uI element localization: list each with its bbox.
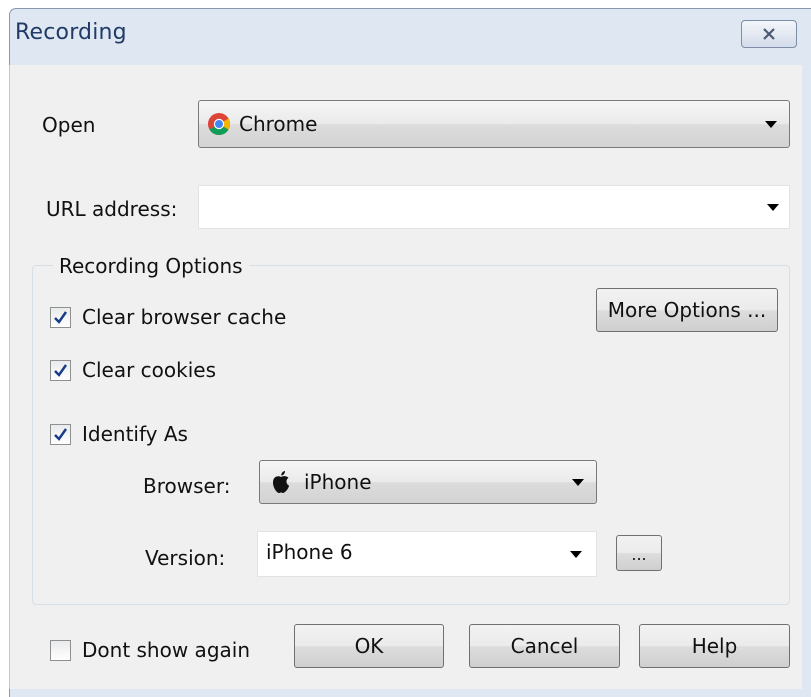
dialog-title: Recording (15, 20, 127, 45)
checkmark-icon (54, 364, 68, 377)
checkmark-icon (54, 428, 68, 441)
dont-show-again-checkbox[interactable] (50, 640, 71, 661)
browser-value: iPhone (304, 470, 372, 494)
version-browse-button[interactable]: ... (616, 535, 662, 571)
open-label: Open (42, 113, 96, 137)
version-label: Version: (145, 546, 226, 570)
close-button[interactable] (741, 20, 797, 48)
cancel-button[interactable]: Cancel (469, 624, 620, 668)
chevron-down-icon (572, 479, 584, 486)
close-icon (763, 28, 775, 40)
identify-as-checkbox[interactable] (50, 424, 71, 445)
chevron-down-icon[interactable] (570, 551, 582, 558)
recording-options-title: Recording Options (53, 254, 249, 278)
url-input[interactable] (198, 185, 790, 229)
chrome-icon (208, 113, 230, 135)
dont-show-again-label[interactable]: Dont show again (82, 638, 250, 662)
identify-as-label[interactable]: Identify As (82, 422, 188, 446)
browser-label: Browser: (143, 474, 231, 498)
browser-select[interactable]: iPhone (259, 460, 597, 504)
url-label: URL address: (46, 197, 178, 221)
clear-cache-label[interactable]: Clear browser cache (82, 305, 286, 329)
checkmark-icon (54, 311, 68, 324)
clear-cache-checkbox[interactable] (50, 307, 71, 328)
open-browser-select[interactable]: Chrome (198, 100, 790, 148)
version-input[interactable]: iPhone 6 (257, 531, 597, 577)
help-button[interactable]: Help (639, 624, 790, 668)
clear-cookies-label[interactable]: Clear cookies (82, 358, 216, 382)
apple-icon (273, 471, 289, 493)
clear-cookies-checkbox[interactable] (50, 360, 71, 381)
version-value: iPhone 6 (266, 540, 353, 564)
chevron-down-icon (765, 121, 777, 128)
ok-button[interactable]: OK (294, 624, 444, 668)
chevron-down-icon[interactable] (767, 204, 779, 211)
open-browser-value: Chrome (239, 112, 318, 136)
more-options-button[interactable]: More Options ... (596, 288, 778, 332)
